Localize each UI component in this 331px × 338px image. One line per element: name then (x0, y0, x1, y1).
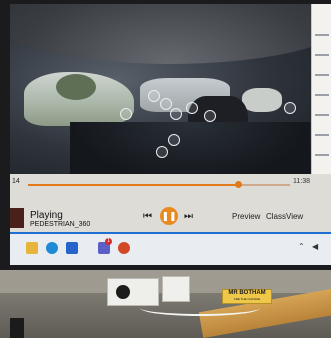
name-plate: MR BOTHAM ARE THE CHANGE (222, 289, 272, 304)
skip-next-icon[interactable]: ⏭ (184, 211, 193, 222)
car-window-left (24, 72, 134, 126)
panel-line (315, 54, 329, 56)
playback-status: Playing (30, 210, 63, 221)
notification-badge: 1 (105, 238, 112, 245)
store-icon[interactable] (66, 242, 78, 254)
files-icon[interactable] (26, 242, 38, 254)
taskbar: 1 ⌃ ◀ (10, 234, 331, 265)
teams-icon[interactable]: 1 (98, 238, 112, 254)
plug (116, 285, 130, 299)
hotspot-icon[interactable] (160, 98, 172, 110)
skip-previous-icon[interactable]: ⏮ (143, 211, 152, 222)
panel-line (315, 134, 329, 136)
preview-button[interactable]: Preview (232, 212, 260, 221)
player-controls: 14 11:38 Playing PEDESTRIAN_360 ⏮ ❚❚ ⏭ P… (10, 174, 331, 232)
monitor: 14 11:38 Playing PEDESTRIAN_360 ⏮ ❚❚ ⏭ P… (0, 0, 331, 270)
progress-bar[interactable] (28, 181, 290, 188)
hotspot-icon[interactable] (148, 90, 160, 102)
progress-knob[interactable] (234, 181, 242, 188)
bracket (10, 318, 24, 338)
tree (56, 74, 96, 100)
hotspot-icon[interactable] (186, 102, 198, 114)
hotspot-icon[interactable] (168, 134, 180, 146)
panel-line (315, 114, 329, 116)
hotspot-icon[interactable] (120, 108, 132, 120)
hotspot-icon[interactable] (284, 102, 296, 114)
volume-icon[interactable]: ◀ (312, 242, 318, 251)
car-roof (10, 4, 311, 64)
name-plate-subtitle: ARE THE CHANGE (233, 297, 261, 301)
progress-fill (28, 184, 238, 186)
track-thumbnail (10, 208, 24, 228)
hotspot-icon[interactable] (170, 108, 182, 120)
pause-icon[interactable]: ❚❚ (160, 207, 178, 225)
total-time: 11:38 (293, 178, 310, 185)
hotspot-icon[interactable] (156, 146, 168, 158)
elapsed-time: 14 (12, 178, 20, 185)
video-360-view[interactable] (10, 4, 311, 174)
tray-arrow-icon[interactable]: ⌃ (298, 242, 305, 251)
panel-line (315, 74, 329, 76)
data-socket (162, 276, 190, 302)
side-panel (311, 4, 331, 194)
powerpoint-icon[interactable] (118, 242, 130, 254)
car-window-right (242, 88, 282, 112)
panel-line (315, 154, 329, 156)
screen: 14 11:38 Playing PEDESTRIAN_360 ⏮ ❚❚ ⏭ P… (10, 4, 331, 265)
panel-line (315, 94, 329, 96)
hotspot-icon[interactable] (204, 110, 216, 122)
car-dashboard (70, 122, 310, 174)
track-name: PEDESTRIAN_360 (30, 221, 91, 228)
classview-button[interactable]: ClassView (266, 212, 303, 221)
name-plate-name: MR BOTHAM (228, 290, 266, 296)
edge-icon[interactable] (46, 242, 58, 254)
panel-line (315, 34, 329, 36)
